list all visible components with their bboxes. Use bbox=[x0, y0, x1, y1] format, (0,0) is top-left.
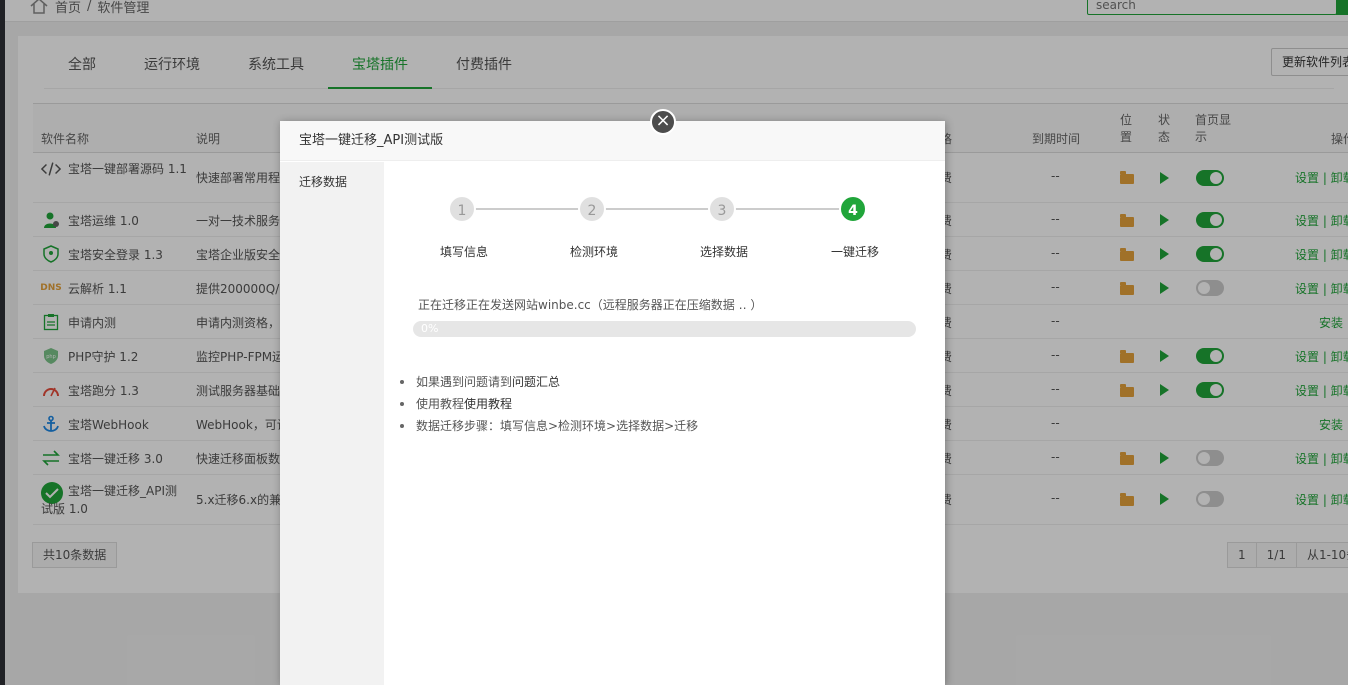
progress-label: 0% bbox=[421, 322, 439, 335]
migration-dialog: 宝塔一键迁移_API测试版 迁移数据 1 2 3 4 填写信息 检测环境 选择数… bbox=[280, 121, 945, 685]
close-icon[interactable]: × bbox=[650, 109, 676, 135]
step-1: 1 bbox=[448, 195, 476, 223]
dialog-title: 宝塔一键迁移_API测试版 bbox=[280, 121, 945, 161]
tip-text: 使用教程 bbox=[416, 397, 465, 411]
tip-text: 如果遇到问题请到 bbox=[416, 375, 513, 389]
tip-item: 使用教程使用教程 bbox=[398, 393, 698, 415]
step-line bbox=[464, 208, 854, 210]
progress-bar: 0% bbox=[413, 321, 916, 337]
tip-item: 如果遇到问题请到问题汇总 bbox=[398, 371, 698, 393]
dialog-sidebar: 迁移数据 bbox=[280, 162, 384, 685]
step-2: 2 bbox=[578, 195, 606, 223]
tip-text: 数据迁移步骤：填写信息>检测环境>选择数据>迁移 bbox=[416, 419, 699, 433]
migration-status-text: 正在迁移正在发送网站winbe.cc（远程服务器正在压缩数据 ‥ ） bbox=[418, 298, 763, 312]
step-3: 3 bbox=[708, 195, 736, 223]
step-1-label: 填写信息 bbox=[439, 245, 488, 259]
sidebar-item-migrate-data[interactable]: 迁移数据 bbox=[280, 162, 384, 190]
tip-link[interactable]: 使用教程 bbox=[464, 397, 512, 411]
step-2-label: 检测环境 bbox=[569, 245, 618, 259]
tips-list: 如果遇到问题请到问题汇总 使用教程使用教程 数据迁移步骤：填写信息>检测环境>选… bbox=[398, 371, 698, 437]
step-indicator: 1 2 3 4 填写信息 检测环境 选择数据 一键迁移 bbox=[384, 162, 945, 262]
tip-item: 数据迁移步骤：填写信息>检测环境>选择数据>迁移 bbox=[398, 415, 698, 437]
step-4-label: 一键迁移 bbox=[830, 245, 879, 259]
step-4: 4 bbox=[839, 195, 867, 223]
tip-link[interactable]: 问题汇总 bbox=[512, 375, 560, 389]
step-3-label: 选择数据 bbox=[699, 245, 748, 259]
